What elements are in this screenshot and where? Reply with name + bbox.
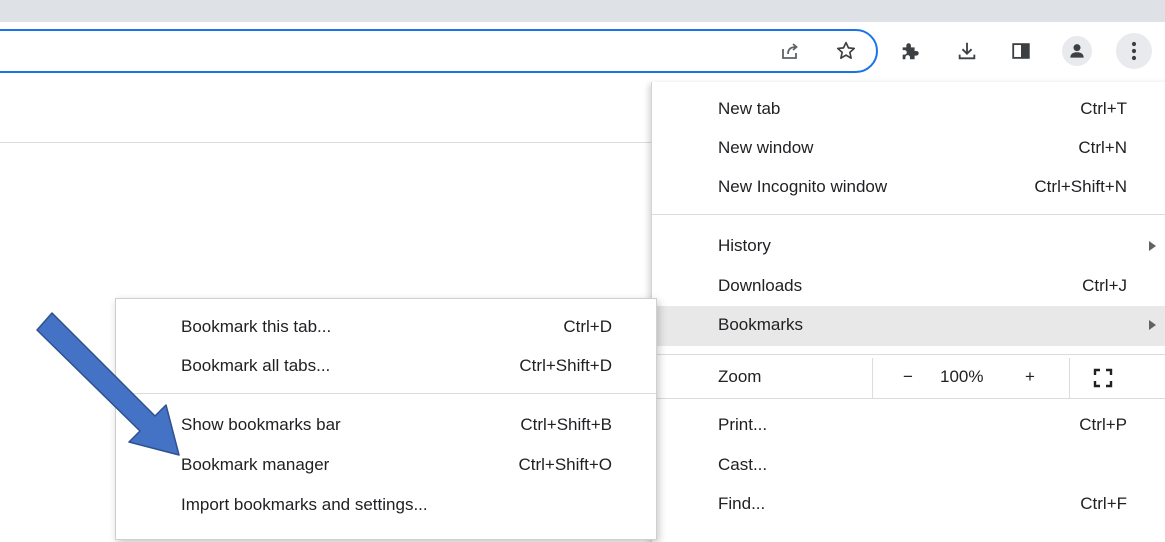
menu-item-shortcut: Ctrl+J [1082, 276, 1127, 295]
menu-separator [652, 214, 1165, 215]
zoom-out-button[interactable]: − [898, 367, 918, 387]
chrome-main-menu: New tab Ctrl+T New window Ctrl+N New Inc… [651, 82, 1165, 542]
submenu-item-import-bookmarks[interactable]: Import bookmarks and settings... [116, 486, 656, 526]
menu-item-downloads[interactable]: Downloads Ctrl+J [652, 267, 1165, 307]
extensions-puzzle-icon[interactable] [893, 34, 927, 68]
menu-item-shortcut: Ctrl+D [563, 317, 612, 336]
menu-item-zoom: Zoom − 100% + [652, 358, 1165, 398]
zoom-level: 100% [940, 367, 984, 386]
menu-item-find[interactable]: Find... Ctrl+F [652, 485, 1165, 525]
profile-avatar-icon[interactable] [1062, 36, 1092, 66]
menu-separator [652, 354, 1165, 355]
menu-item-new-window[interactable]: New window Ctrl+N [652, 129, 1165, 169]
menu-item-shortcut: Ctrl+T [1080, 99, 1127, 118]
menu-item-shortcut: Ctrl+Shift+O [518, 455, 612, 474]
menu-item-label: Show bookmarks bar [181, 415, 341, 434]
menu-item-label: History [718, 236, 771, 255]
menu-item-label: Bookmark this tab... [181, 317, 332, 336]
fullscreen-icon[interactable] [1091, 366, 1115, 390]
menu-item-label: Downloads [718, 276, 803, 295]
submenu-item-show-bookmarks-bar[interactable]: Show bookmarks bar Ctrl+Shift+B [116, 406, 656, 446]
menu-item-shortcut: Ctrl+Shift+D [519, 356, 612, 375]
menu-item-shortcut: Ctrl+Shift+B [520, 415, 612, 434]
menu-item-shortcut: Ctrl+P [1079, 415, 1127, 434]
menu-separator [116, 393, 656, 394]
zoom-in-button[interactable]: + [1020, 367, 1040, 387]
submenu-arrow-icon [1149, 320, 1156, 330]
submenu-arrow-icon [1149, 241, 1156, 251]
menu-item-cast[interactable]: Cast... [652, 446, 1165, 486]
menu-item-bookmarks[interactable]: Bookmarks [652, 306, 1165, 346]
menu-item-label: Bookmarks [718, 315, 804, 334]
submenu-item-bookmark-this-tab[interactable]: Bookmark this tab... Ctrl+D [116, 308, 656, 348]
menu-item-label: Find... [718, 494, 766, 513]
menu-item-new-tab[interactable]: New tab Ctrl+T [652, 90, 1165, 130]
download-icon[interactable] [950, 34, 984, 68]
menu-item-label: New window [718, 138, 814, 157]
page-divider [0, 142, 652, 143]
menu-item-new-incognito-window[interactable]: New Incognito window Ctrl+Shift+N [652, 168, 1165, 208]
menu-item-print[interactable]: Print... Ctrl+P [652, 406, 1165, 446]
menu-item-shortcut: Ctrl+Shift+N [1034, 177, 1127, 196]
share-icon[interactable] [773, 34, 807, 68]
menu-item-label: Bookmark manager [181, 455, 330, 474]
bookmark-star-icon[interactable] [829, 34, 863, 68]
menu-item-label: New Incognito window [718, 177, 888, 196]
browser-toolbar [0, 22, 1165, 82]
menu-item-label: Cast... [718, 455, 768, 474]
menu-separator [652, 398, 1165, 399]
menu-item-label: New tab [718, 99, 781, 118]
menu-item-label: Bookmark all tabs... [181, 356, 331, 375]
menu-item-shortcut: Ctrl+N [1078, 138, 1127, 157]
side-panel-icon[interactable] [1004, 34, 1038, 68]
zoom-divider [1069, 358, 1070, 398]
menu-item-history[interactable]: History [652, 227, 1165, 267]
chrome-menu-icon[interactable] [1116, 33, 1152, 69]
tab-strip [0, 0, 1165, 22]
menu-item-label: Import bookmarks and settings... [181, 495, 428, 514]
zoom-label: Zoom [718, 367, 762, 386]
menu-item-shortcut: Ctrl+F [1080, 494, 1127, 513]
address-bar[interactable] [0, 29, 878, 73]
menu-item-label: Print... [718, 415, 768, 434]
zoom-divider [872, 358, 873, 398]
submenu-item-bookmark-manager[interactable]: Bookmark manager Ctrl+Shift+O [116, 446, 656, 486]
bookmarks-submenu: Bookmark this tab... Ctrl+D Bookmark all… [115, 298, 657, 540]
submenu-item-bookmark-all-tabs[interactable]: Bookmark all tabs... Ctrl+Shift+D [116, 347, 656, 387]
